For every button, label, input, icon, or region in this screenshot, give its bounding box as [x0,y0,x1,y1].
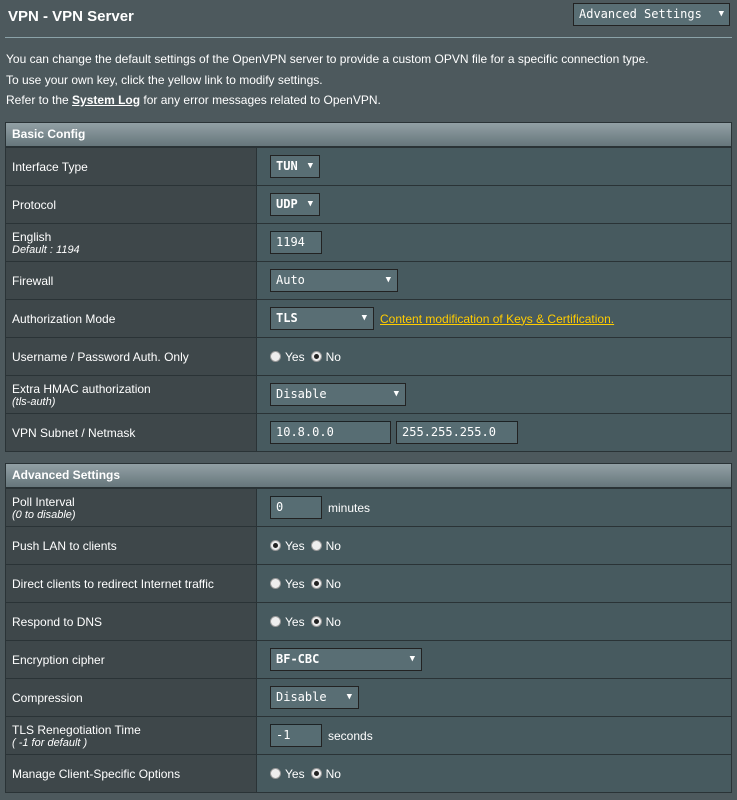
description-line-1: You can change the default settings of t… [6,52,649,66]
client-specific-row: Manage Client-Specific Options Yes No [6,754,731,792]
push-lan-row: Push LAN to clients Yes No [6,526,731,564]
chevron-down-icon: ▼ [409,654,415,664]
cipher-label: Encryption cipher [6,641,257,678]
dns-no-radio[interactable]: No [310,615,341,629]
chevron-down-icon: ▼ [393,389,399,399]
tls-reneg-row: TLS Renegotiation Time ( -1 for default … [6,716,731,754]
dns-yes-radio[interactable]: Yes [270,615,305,629]
radio-off-icon [270,578,281,589]
radio-on-icon [310,768,322,779]
poll-interval-hint: (0 to disable) [12,508,76,521]
protocol-row: Protocol UDP ▼ [6,185,731,223]
poll-interval-label: Poll Interval (0 to disable) [6,489,257,526]
chevron-down-icon: ▼ [718,9,724,19]
interface-type-label: Interface Type [6,148,257,185]
redirect-label: Direct clients to redirect Internet traf… [6,565,257,602]
hmac-row: Extra HMAC authorization (tls-auth) Disa… [6,375,731,413]
tls-reneg-input[interactable]: -1 [270,724,322,747]
chevron-down-icon: ▼ [307,199,313,209]
hmac-select[interactable]: Disable ▼ [270,383,406,406]
chevron-down-icon: ▼ [346,692,352,702]
firewall-label: Firewall [6,262,257,299]
cipher-row: Encryption cipher BF-CBC ▼ [6,640,731,678]
firewall-select[interactable]: Auto ▼ [270,269,398,292]
userpass-row: Username / Password Auth. Only Yes No [6,337,731,375]
push-lan-label: Push LAN to clients [6,527,257,564]
userpass-yes-radio[interactable]: Yes [270,350,305,364]
hmac-sub-hint: (tls-auth) [12,395,56,408]
chevron-down-icon: ▼ [361,313,367,323]
subnet-input[interactable]: 10.8.0.0 [270,421,391,444]
auth-mode-select[interactable]: TLS ▼ [270,307,374,330]
interface-type-row: Interface Type TUN ▼ [6,147,731,185]
advanced-settings-header: Advanced Settings [6,464,731,488]
settings-mode-select[interactable]: Advanced Settings ▼ [573,3,730,26]
userpass-label: Username / Password Auth. Only [6,338,257,375]
page-title: VPN - VPN Server [8,8,134,25]
port-row: English Default : 1194 1194 [6,223,731,261]
netmask-input[interactable]: 255.255.255.0 [396,421,518,444]
protocol-label: Protocol [6,186,257,223]
redirect-row: Direct clients to redirect Internet traf… [6,564,731,602]
client-specific-label: Manage Client-Specific Options [6,755,257,792]
dns-label: Respond to DNS [6,603,257,640]
subnet-label: VPN Subnet / Netmask [6,414,257,451]
poll-interval-row: Poll Interval (0 to disable) 0 minutes [6,488,731,526]
redirect-no-radio[interactable]: No [310,577,341,591]
radio-off-icon [270,351,281,362]
port-input[interactable]: 1194 [270,231,322,254]
advanced-settings-section: Advanced Settings Poll Interval (0 to di… [5,463,732,793]
system-log-link[interactable]: System Log [72,93,140,107]
userpass-no-radio[interactable]: No [310,350,341,364]
tls-reneg-hint: ( -1 for default ) [12,736,88,749]
description-line-3-pre: Refer to the [6,93,69,107]
dns-row: Respond to DNS Yes No [6,602,731,640]
auth-mode-label: Authorization Mode [6,300,257,337]
radio-off-icon [310,540,322,551]
compression-select[interactable]: Disable ▼ [270,686,359,709]
settings-mode-value: Advanced Settings [579,7,702,21]
description-line-2: To use your own key, click the yellow li… [6,73,323,87]
subnet-row: VPN Subnet / Netmask 10.8.0.0 255.255.25… [6,413,731,451]
radio-off-icon [270,768,281,779]
port-default-hint: Default : 1194 [12,243,80,256]
basic-config-header: Basic Config [6,123,731,147]
chevron-down-icon: ▼ [307,161,313,171]
radio-on-icon [310,616,322,627]
description-line-3-post: for any error messages related to OpenVP… [143,93,381,107]
client-specific-yes-radio[interactable]: Yes [270,767,305,781]
port-label: English Default : 1194 [6,224,257,261]
poll-interval-unit: minutes [328,500,371,515]
basic-config-section: Basic Config Interface Type TUN ▼ Protoco… [5,122,732,452]
protocol-select[interactable]: UDP ▼ [270,193,320,216]
radio-on-icon [270,540,281,551]
auth-mode-row: Authorization Mode TLS ▼ Content modifica… [6,299,731,337]
chevron-down-icon: ▼ [385,275,391,285]
redirect-yes-radio[interactable]: Yes [270,577,305,591]
tls-reneg-unit: seconds [328,728,373,743]
radio-on-icon [310,351,322,362]
firewall-row: Firewall Auto ▼ [6,261,731,299]
keys-certification-link[interactable]: Content modification of Keys & Certifica… [380,312,614,326]
description-line-3: Refer to the System Log for any error me… [6,93,381,107]
interface-type-select[interactable]: TUN ▼ [270,155,320,178]
compression-label: Compression [6,679,257,716]
cipher-select[interactable]: BF-CBC ▼ [270,648,422,671]
tls-reneg-label: TLS Renegotiation Time ( -1 for default … [6,717,257,754]
radio-on-icon [310,578,322,589]
radio-off-icon [270,616,281,627]
client-specific-no-radio[interactable]: No [310,767,341,781]
push-lan-no-radio[interactable]: No [310,539,341,553]
push-lan-yes-radio[interactable]: Yes [270,539,305,553]
poll-interval-input[interactable]: 0 [270,496,322,519]
title-divider [5,37,732,38]
compression-row: Compression Disable ▼ [6,678,731,716]
hmac-label: Extra HMAC authorization (tls-auth) [6,376,257,413]
